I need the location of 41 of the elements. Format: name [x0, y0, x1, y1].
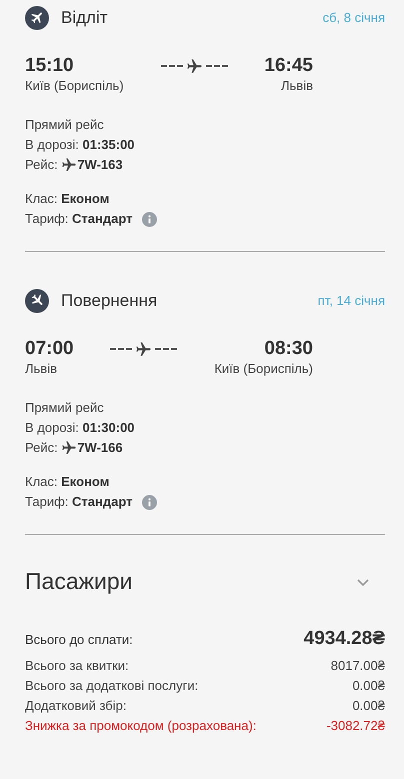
tariff-text: Тариф: Стандарт: [25, 493, 132, 511]
departure-city: Київ (Бориспіль): [25, 77, 124, 95]
departure-time: 15:10: [25, 55, 75, 77]
class-text: Клас: Економ: [25, 473, 110, 491]
plane-icon: [25, 6, 49, 30]
arrival-city: Львів: [280, 77, 313, 95]
plane-icon: [61, 440, 78, 456]
route-type: Прямий рейс: [25, 399, 105, 417]
summary-label: Додатковий збір:: [25, 697, 126, 715]
departure-city: Львів: [25, 360, 58, 378]
duration-text: В дорозі: 01:35:00: [25, 136, 136, 154]
flight-date: сб, 8 січня: [322, 10, 385, 25]
summary-value: 0.00₴: [352, 697, 385, 715]
flight-number: 7W-163: [77, 156, 123, 174]
summary-value: 0.00₴: [352, 677, 385, 695]
summary-value: -3082.72₴: [326, 717, 385, 735]
departure-time: 07:00: [25, 338, 74, 360]
class-text: Клас: Економ: [25, 190, 110, 208]
summary-value: 4934.28₴: [304, 629, 385, 649]
summary-label: Всього до сплати:: [25, 631, 133, 649]
tariff-text: Тариф: Стандарт: [25, 210, 132, 228]
info-icon[interactable]: [142, 212, 158, 226]
arrival-time: 16:45: [264, 55, 313, 77]
summary-label: Всього за квитки:: [25, 657, 129, 675]
flight-number: 7W-166: [77, 439, 123, 457]
flight-date: пт, 14 січня: [318, 293, 385, 308]
summary-value: 8017.00₴: [330, 657, 385, 675]
plane-icon: [25, 288, 49, 312]
duration-text: В дорозі: 01:30:00: [25, 419, 136, 437]
summary-label: Знижка за промокодом (розрахована):: [25, 717, 256, 735]
arrival-time: 08:30: [263, 338, 313, 360]
flight-label: Рейс:: [25, 439, 59, 457]
passengers-title: Пасажири: [25, 568, 132, 595]
flight-label: Рейс:: [25, 156, 59, 174]
info-icon[interactable]: [142, 494, 158, 510]
summary-label: Всього за додаткові послуги:: [25, 677, 198, 695]
section-title: Повернення: [61, 290, 158, 310]
route-type: Прямий рейс: [25, 116, 105, 134]
section-title: Відліт: [61, 8, 109, 28]
plane-icon: [61, 157, 78, 173]
arrival-city: Київ (Бориспіль): [214, 360, 313, 378]
